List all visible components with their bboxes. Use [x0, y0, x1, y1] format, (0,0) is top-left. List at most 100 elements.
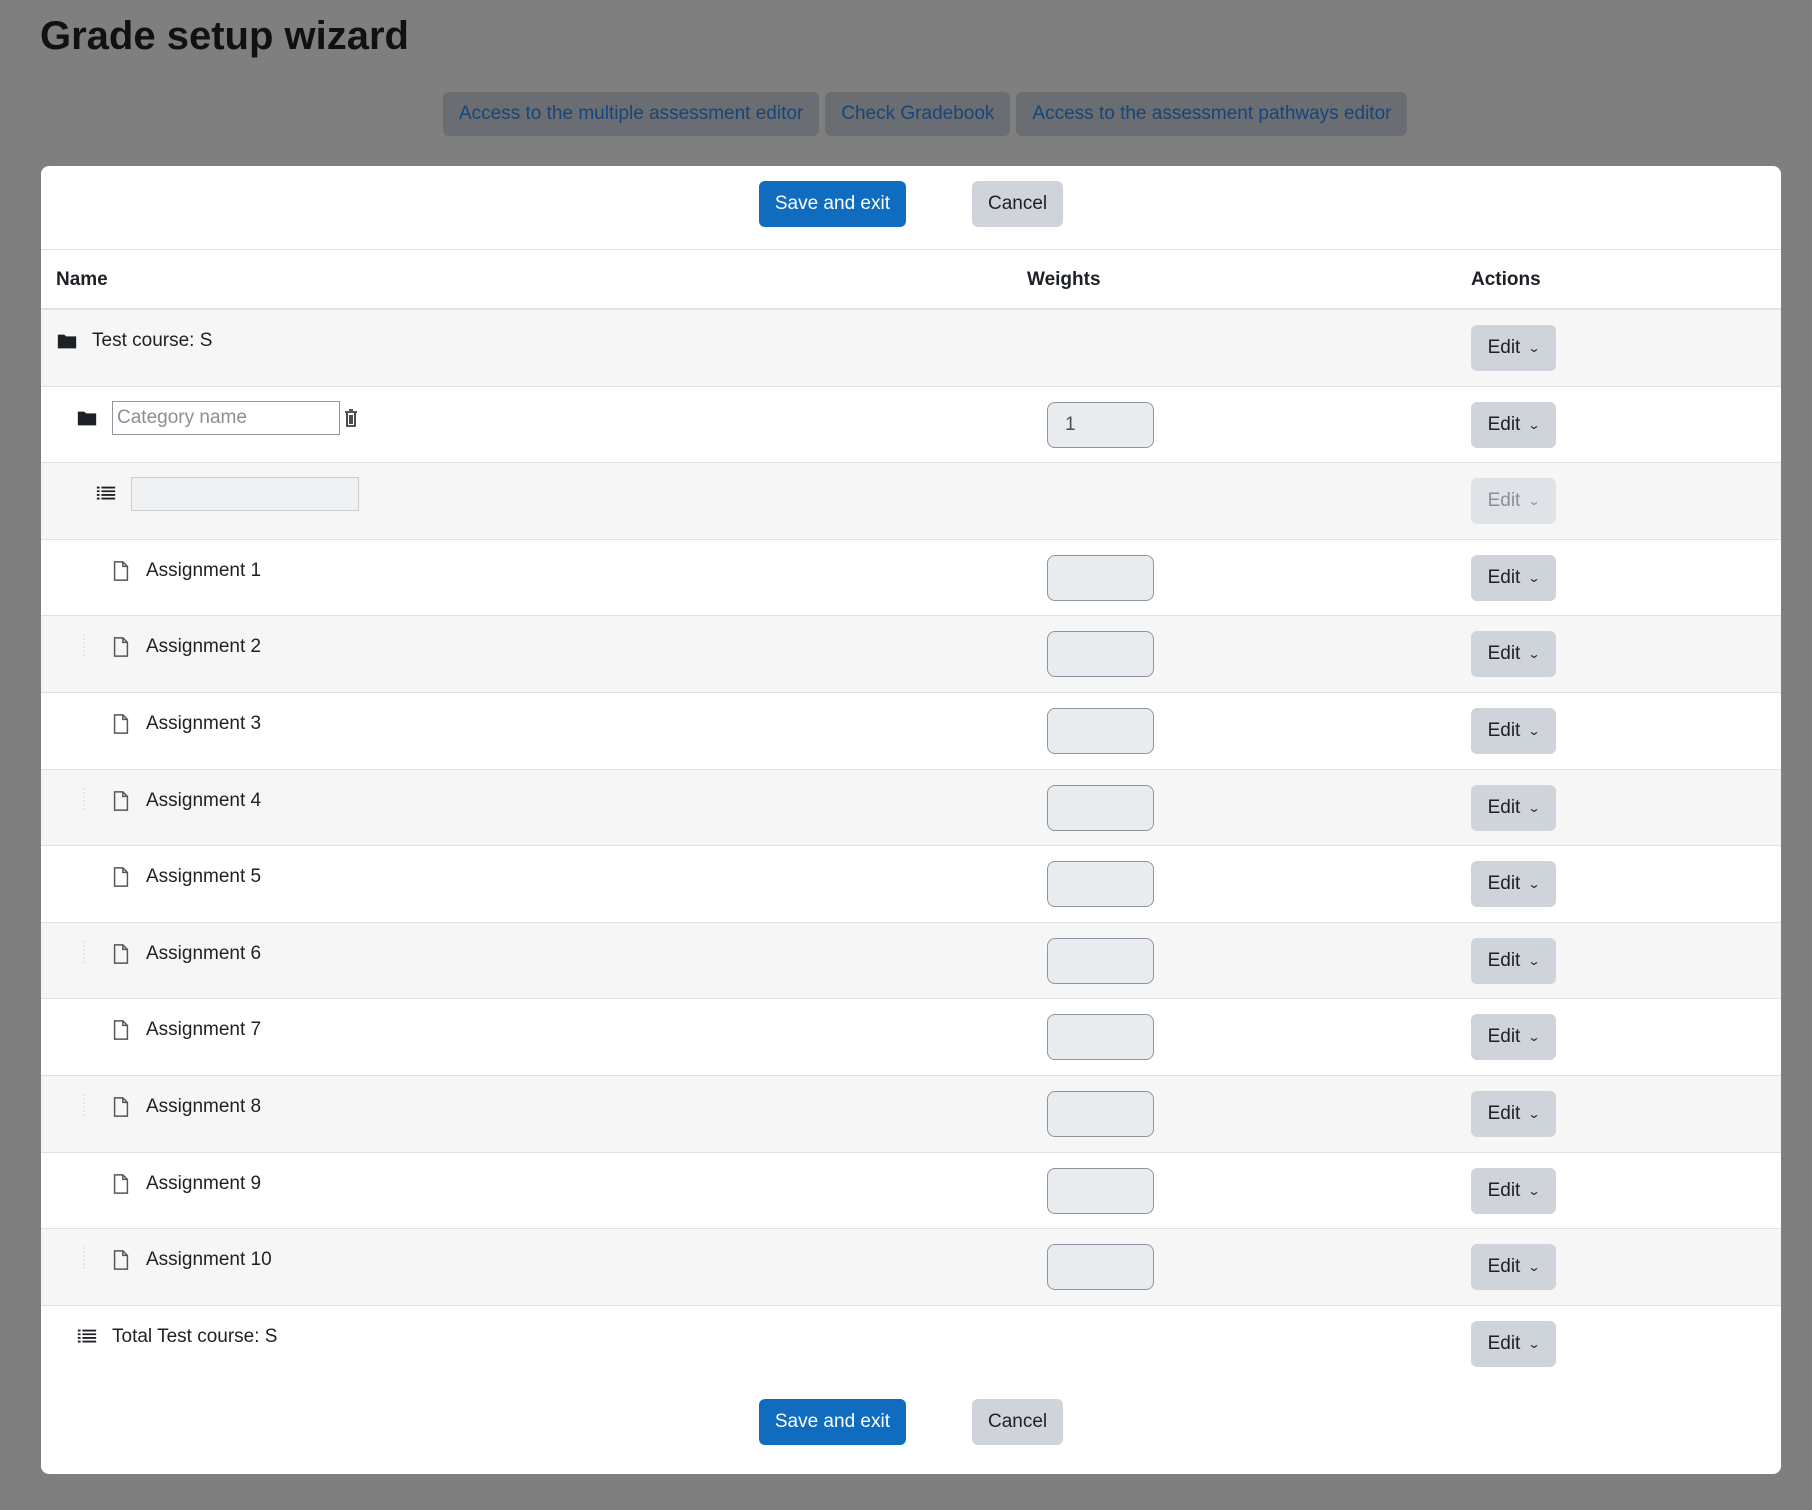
table-row: Assignment 5 Edit ⌄ [41, 846, 1781, 923]
cancel-button[interactable]: Cancel [971, 1399, 1064, 1445]
document-icon [110, 713, 132, 735]
chevron-down-icon: ⌄ [1527, 341, 1541, 355]
category-name-input[interactable] [112, 400, 340, 435]
chevron-down-icon: ⌄ [1527, 1183, 1541, 1198]
chevron-down-icon: ⌄ [1527, 1336, 1541, 1351]
weight-input[interactable] [1047, 707, 1154, 754]
category-total-name-field [131, 477, 359, 512]
item-name: Assignment 2 [146, 636, 262, 658]
page-title: Grade setup wizard [40, 14, 409, 58]
multiple-assessment-editor-link[interactable]: Access to the multiple assessment editor [443, 92, 820, 136]
edit-button[interactable]: Edit ⌄ [1471, 707, 1556, 754]
item-name: Assignment 10 [146, 1249, 272, 1271]
name-column-header: Name [56, 269, 108, 290]
edit-button[interactable]: Edit ⌄ [1471, 1244, 1556, 1291]
save-and-exit-button[interactable]: Save and exit [758, 1399, 906, 1445]
top-actions: Access to the multiple assessment editor… [443, 92, 1408, 136]
document-icon [110, 1173, 132, 1195]
document-icon [110, 1096, 132, 1118]
folder-icon [56, 330, 78, 352]
assessment-pathways-editor-link[interactable]: Access to the assessment pathways editor [1016, 92, 1408, 136]
edit-button[interactable]: Edit ⌄ [1471, 1090, 1556, 1137]
weight-input[interactable] [1047, 1090, 1154, 1137]
list-icon [76, 1326, 98, 1348]
item-name: Assignment 3 [146, 712, 262, 734]
cancel-button[interactable]: Cancel [971, 181, 1064, 227]
course-name: Test course: S [92, 330, 213, 351]
top-button-bar: Save and exit Cancel [41, 174, 1781, 234]
item-name: Assignment 4 [146, 789, 262, 811]
trash-icon[interactable] [342, 408, 360, 428]
item-name: Assignment 9 [146, 1172, 262, 1194]
edit-button[interactable]: Edit ⌄ [1471, 861, 1556, 908]
edit-button[interactable]: Edit ⌄ [1471, 937, 1556, 984]
folder-icon [76, 407, 98, 429]
table-row: Assignment 8 Edit ⌄ [41, 1075, 1781, 1153]
chevron-down-icon: ⌄ [1527, 570, 1541, 585]
drag-handle[interactable] [83, 1247, 86, 1270]
actions-column-header: Actions [1471, 269, 1541, 290]
table-row: Assignment 9 Edit ⌄ [41, 1153, 1781, 1230]
document-icon [110, 866, 132, 888]
table-row: Assignment 6 Edit ⌄ [41, 922, 1781, 1000]
chevron-down-icon: ⌄ [1527, 1030, 1541, 1045]
weight-input[interactable] [1047, 784, 1154, 831]
bottom-button-bar: Save and exit Cancel [41, 1392, 1781, 1452]
chevron-down-icon: ⌄ [1527, 953, 1541, 968]
category-weight-input[interactable] [1047, 401, 1154, 448]
edit-button[interactable]: Edit ⌄ [1471, 1014, 1556, 1061]
weights-column-header: Weights [1027, 269, 1101, 290]
chevron-down-icon: ⌄ [1527, 1106, 1541, 1121]
save-and-exit-button[interactable]: Save and exit [758, 181, 906, 227]
table-row: Assignment 1 Edit ⌄ [41, 540, 1781, 617]
category-total-edit-button: Edit ⌄ [1471, 478, 1556, 525]
weight-input[interactable] [1047, 1244, 1154, 1291]
drag-handle[interactable] [83, 1093, 86, 1116]
list-icon [95, 483, 117, 505]
table-row: Assignment 2 Edit ⌄ [41, 616, 1781, 693]
edit-button[interactable]: Edit ⌄ [1471, 554, 1556, 601]
drag-handle[interactable] [83, 940, 86, 963]
category-total-row: Edit ⌄ [41, 463, 1781, 540]
chevron-down-icon: ⌄ [1527, 800, 1541, 815]
weight-input[interactable] [1047, 1014, 1154, 1061]
edit-button[interactable]: Edit ⌄ [1471, 631, 1556, 678]
table-row: Assignment 10 Edit ⌄ [41, 1229, 1781, 1306]
chevron-down-icon: ⌄ [1527, 1260, 1541, 1275]
chevron-down-icon: ⌄ [1527, 417, 1541, 432]
weight-input[interactable] [1047, 861, 1154, 908]
grade-tree: Test course: S Edit⌄ Edit⌄ [41, 310, 1781, 1382]
weight-input[interactable] [1047, 554, 1154, 601]
course-edit-button[interactable]: Edit ⌄ [1471, 325, 1556, 371]
chevron-down-icon: ⌄ [1527, 877, 1541, 892]
item-name: Assignment 5 [146, 866, 262, 888]
table-header: Name Weights Actions [41, 250, 1781, 310]
course-total-edit-button[interactable]: Edit ⌄ [1471, 1320, 1556, 1367]
weight-input[interactable] [1047, 937, 1154, 984]
drag-handle[interactable] [83, 634, 86, 657]
grade-setup-modal: Save and exit Cancel Name Weights Action… [41, 166, 1781, 1474]
chevron-down-icon: ⌄ [1527, 723, 1541, 738]
category-row: Edit⌄ [41, 387, 1781, 464]
document-icon [110, 636, 132, 658]
table-row: Assignment 7 Edit ⌄ [41, 999, 1781, 1076]
chevron-down-icon: ⌄ [1527, 494, 1541, 509]
table-row: Assignment 3 Edit ⌄ [41, 693, 1781, 770]
category-edit-button[interactable]: Edit ⌄ [1471, 401, 1556, 448]
check-gradebook-link[interactable]: Check Gradebook [825, 92, 1011, 136]
weight-input[interactable] [1047, 1167, 1154, 1214]
document-icon [110, 790, 132, 812]
drag-handle[interactable] [83, 787, 86, 810]
item-name: Assignment 7 [146, 1019, 262, 1041]
course-total-name: Total Test course: S [112, 1325, 278, 1347]
course-total-row: Total Test course: S Edit ⌄ [41, 1306, 1781, 1383]
edit-button[interactable]: Edit ⌄ [1471, 1167, 1556, 1214]
document-icon [110, 1249, 132, 1271]
edit-button[interactable]: Edit ⌄ [1471, 784, 1556, 831]
document-icon [110, 1019, 132, 1041]
item-name: Assignment 6 [146, 942, 262, 964]
document-icon [110, 943, 132, 965]
weight-input[interactable] [1047, 631, 1154, 678]
chevron-down-icon: ⌄ [1527, 647, 1541, 662]
table-row: Assignment 4 Edit ⌄ [41, 769, 1781, 847]
